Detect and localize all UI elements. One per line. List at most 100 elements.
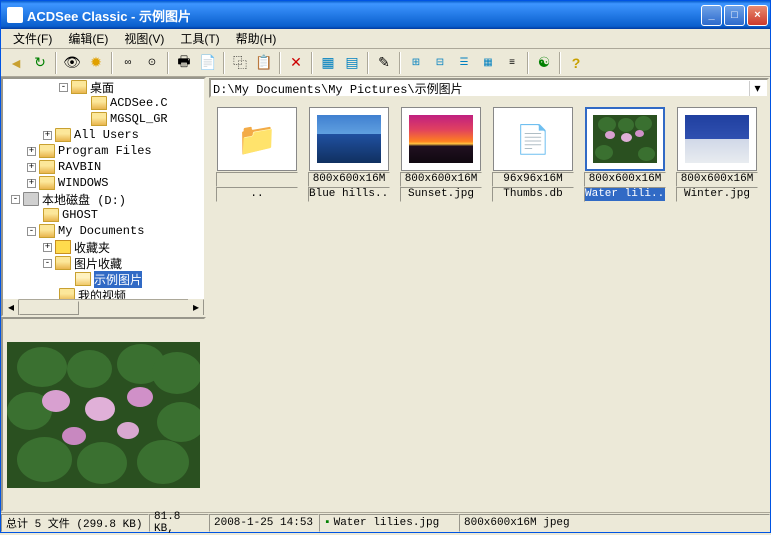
- expand-icon[interactable]: +: [27, 163, 36, 172]
- thumb-info: 96x96x16M: [492, 172, 574, 187]
- expand-icon[interactable]: +: [27, 179, 36, 188]
- thumb-parent-folder[interactable]: 📁 ..: [216, 107, 298, 202]
- thumb-name[interactable]: Sunset.jpg: [400, 187, 482, 202]
- thumb-image: [317, 115, 381, 163]
- tree-node[interactable]: -图片收藏: [3, 255, 204, 271]
- thumb-box[interactable]: [585, 107, 665, 171]
- separator: [559, 52, 561, 74]
- expand-icon[interactable]: +: [43, 243, 52, 252]
- collapse-icon[interactable]: -: [59, 83, 68, 92]
- folder-icon: [91, 112, 107, 126]
- menu-help[interactable]: 帮助(H): [228, 28, 285, 49]
- star-icon[interactable]: ✹: [85, 52, 107, 74]
- path-bar[interactable]: D:\My Documents\My Pictures\示例图片 ▾: [209, 78, 769, 98]
- path-text: D:\My Documents\My Pictures\示例图片: [213, 80, 749, 97]
- wand-icon[interactable]: ✎: [373, 52, 395, 74]
- tree-node[interactable]: +Program Files: [3, 143, 204, 159]
- help-icon[interactable]: ?: [565, 52, 587, 74]
- collapse-icon[interactable]: -: [43, 259, 52, 268]
- left-panel: -桌面 ACDSee.C MGSQL_GR +All Users +Progra…: [1, 77, 208, 512]
- refresh-button[interactable]: ↻: [29, 52, 51, 74]
- thumb-box[interactable]: [677, 107, 757, 171]
- separator: [279, 52, 281, 74]
- thumb-box[interactable]: [309, 107, 389, 171]
- globe-icon[interactable]: ☯: [533, 52, 555, 74]
- tree-node[interactable]: +WINDOWS: [3, 175, 204, 191]
- thumb-winter[interactable]: 800x600x16M Winter.jpg: [676, 107, 758, 202]
- thumb-image: [593, 115, 657, 163]
- circles-icon[interactable]: ⊙: [141, 52, 163, 74]
- menu-view[interactable]: 视图(V): [116, 28, 172, 49]
- collapse-icon[interactable]: -: [27, 227, 36, 236]
- thumb-sunset[interactable]: 800x600x16M Sunset.jpg: [400, 107, 482, 202]
- menu-tools[interactable]: 工具(T): [172, 28, 227, 49]
- status-total: 总计 5 文件 (299.8 KB): [1, 514, 149, 532]
- view3-icon[interactable]: ☰: [453, 52, 475, 74]
- status-size: 81.8 KB,: [149, 514, 209, 532]
- binoculars-icon[interactable]: 👁: [61, 52, 83, 74]
- thumb-name[interactable]: Thumbs.db: [492, 187, 574, 202]
- thumb-name[interactable]: Winter.jpg: [676, 187, 758, 202]
- tree-node[interactable]: +收藏夹: [3, 239, 204, 255]
- tree-node[interactable]: +All Users: [3, 127, 204, 143]
- thumb-bluehills[interactable]: 800x600x16M Blue hills...: [308, 107, 390, 202]
- separator: [223, 52, 225, 74]
- view4-icon[interactable]: ▦: [477, 52, 499, 74]
- thumb-name[interactable]: Blue hills...: [308, 187, 390, 202]
- view1-icon[interactable]: ⊞: [405, 52, 427, 74]
- statusbar: 总计 5 文件 (299.8 KB) 81.8 KB, 2008-1-25 14…: [1, 512, 770, 532]
- view2-icon[interactable]: ⊟: [429, 52, 451, 74]
- thumb-name[interactable]: ..: [216, 187, 298, 202]
- tree-node-drive[interactable]: -本地磁盘 (D:): [3, 191, 204, 207]
- tree-node[interactable]: +RAVBIN: [3, 159, 204, 175]
- maximize-button[interactable]: □: [724, 5, 745, 26]
- tree-node[interactable]: ACDSee.C: [3, 95, 204, 111]
- close-button[interactable]: ×: [747, 5, 768, 26]
- thumb-box[interactable]: 📄: [493, 107, 573, 171]
- toolbar: ◄ ↻ 👁 ✹ ∞ ⊙ 🖶 📄 ⿻ 📋 ✕ ▦ ▤ ✎ ⊞ ⊟ ☰ ▦ ≡ ☯ …: [1, 49, 770, 77]
- thumb-box[interactable]: [401, 107, 481, 171]
- minimize-button[interactable]: _: [701, 5, 722, 26]
- expand-icon[interactable]: +: [43, 131, 52, 140]
- thumb-info: 800x600x16M: [584, 172, 666, 187]
- dots-icon[interactable]: ∞: [117, 52, 139, 74]
- menu-file[interactable]: 文件(F): [5, 28, 60, 49]
- tool1-icon[interactable]: ▦: [317, 52, 339, 74]
- menu-edit[interactable]: 编辑(E): [60, 28, 116, 49]
- tree-node[interactable]: -My Documents: [3, 223, 204, 239]
- status-filename: ▪Water lilies.jpg: [319, 514, 459, 532]
- paste-icon[interactable]: 📋: [253, 52, 275, 74]
- thumbnails-area[interactable]: 📁 .. 800x600x16M Blue hills...: [208, 99, 770, 512]
- view5-icon[interactable]: ≡: [501, 52, 523, 74]
- thumb-waterlilies[interactable]: 800x600x16M Water lili...: [584, 107, 666, 202]
- separator: [55, 52, 57, 74]
- drive-icon: [23, 192, 39, 206]
- app-window: ACDSee Classic - 示例图片 _ □ × 文件(F) 编辑(E) …: [0, 0, 771, 533]
- thumb-box[interactable]: 📁: [217, 107, 297, 171]
- tree-node[interactable]: MGSQL_GR: [3, 111, 204, 127]
- horizontal-scrollbar[interactable]: ◂▸: [3, 299, 204, 315]
- status-dims: 800x600x16M jpeg: [459, 514, 770, 532]
- doc-icon[interactable]: 📄: [197, 52, 219, 74]
- window-controls: _ □ ×: [701, 5, 768, 26]
- collapse-icon[interactable]: -: [11, 195, 20, 204]
- thumb-info: 800x600x16M: [400, 172, 482, 187]
- tree-node-selected[interactable]: 示例图片: [3, 271, 204, 287]
- tree-node[interactable]: GHOST: [3, 207, 204, 223]
- thumb-name[interactable]: Water lili...: [584, 187, 666, 202]
- app-icon: [7, 7, 23, 23]
- right-panel: D:\My Documents\My Pictures\示例图片 ▾ 📁 .. …: [208, 77, 770, 512]
- separator: [367, 52, 369, 74]
- copy-icon[interactable]: ⿻: [229, 52, 251, 74]
- folder-tree[interactable]: -桌面 ACDSee.C MGSQL_GR +All Users +Progra…: [1, 77, 206, 317]
- thumb-thumbsdb[interactable]: 📄 96x96x16M Thumbs.db: [492, 107, 574, 202]
- delete-icon[interactable]: ✕: [285, 52, 307, 74]
- expand-icon[interactable]: +: [27, 147, 36, 156]
- print-icon[interactable]: 🖶: [173, 52, 195, 74]
- preview-image: [7, 342, 200, 488]
- tree-node-desktop[interactable]: -桌面: [3, 79, 204, 95]
- back-button[interactable]: ◄: [5, 52, 27, 74]
- path-dropdown-icon[interactable]: ▾: [749, 81, 765, 96]
- folder-icon: [71, 80, 87, 94]
- tool2-icon[interactable]: ▤: [341, 52, 363, 74]
